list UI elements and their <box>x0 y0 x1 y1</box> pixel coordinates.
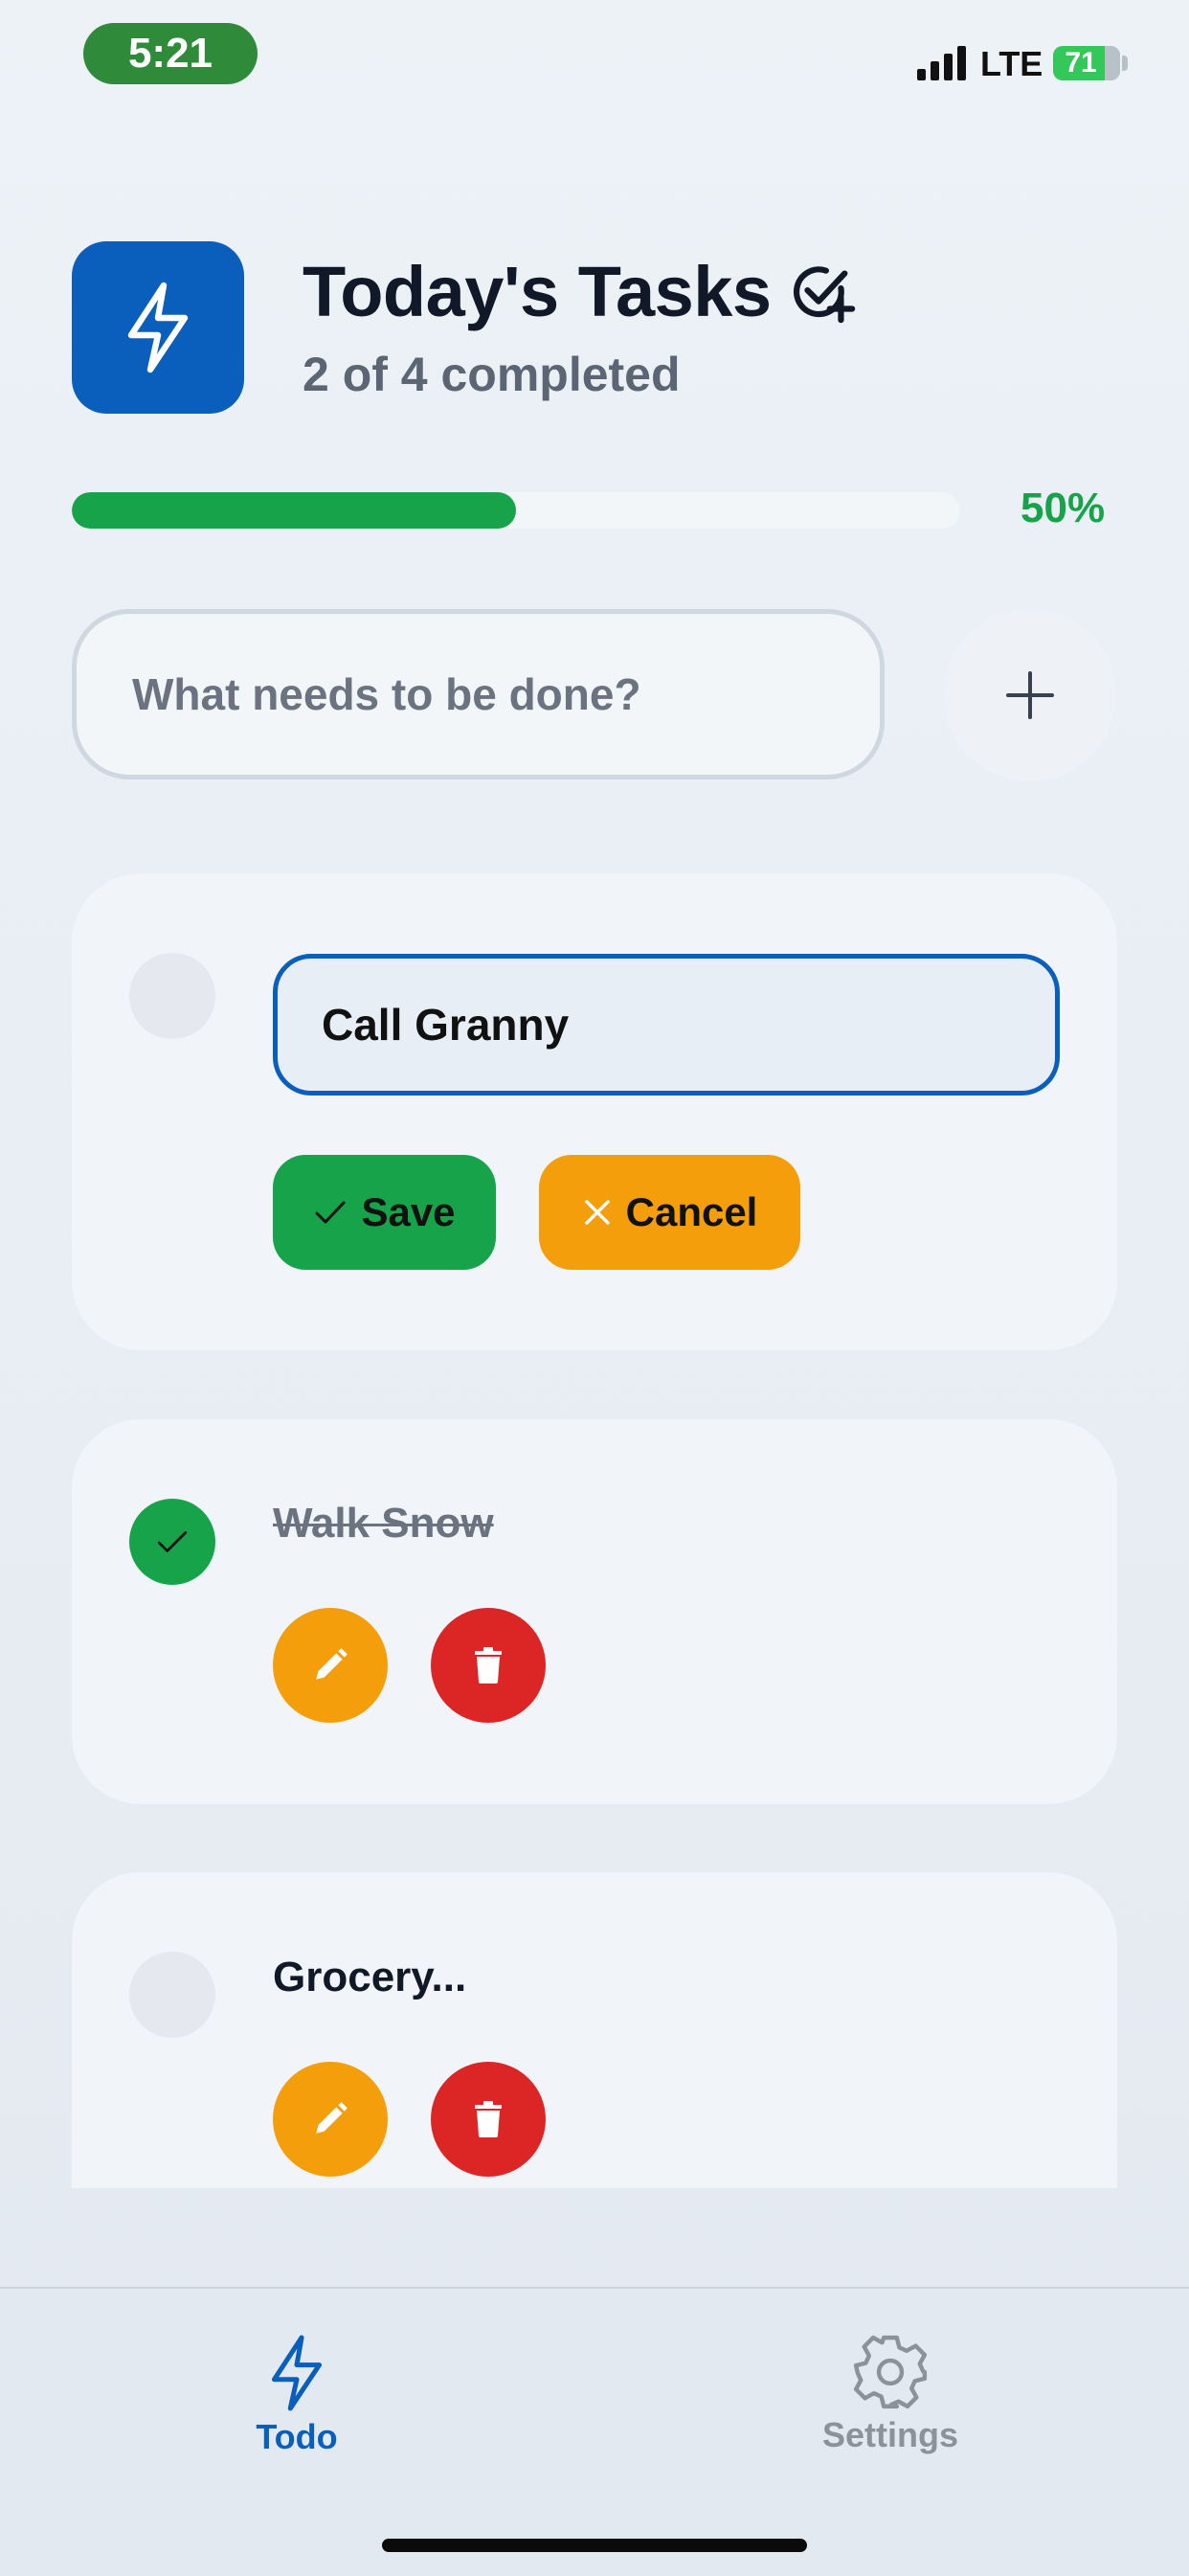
bolt-icon <box>271 2335 323 2411</box>
cancel-button[interactable]: Cancel <box>539 1155 800 1270</box>
tab-bar <box>0 2287 1189 2576</box>
cancel-label: Cancel <box>625 1189 758 1234</box>
add-task-button[interactable] <box>944 609 1116 781</box>
progress-percent: 50% <box>1021 485 1106 531</box>
tab-todo-label: Todo <box>256 2417 338 2456</box>
progress-fill <box>72 492 516 529</box>
battery-level: 71 <box>1065 47 1097 79</box>
delete-task-button[interactable] <box>431 2062 546 2177</box>
save-label: Save <box>361 1189 456 1234</box>
task-card-editing <box>72 873 1117 1350</box>
checkmark-icon <box>157 1531 188 1552</box>
task-checkbox[interactable] <box>129 953 215 1039</box>
progress-bar <box>72 492 960 529</box>
pencil-icon <box>316 2102 348 2134</box>
close-icon <box>584 1200 610 1225</box>
battery-empty-portion <box>1105 46 1120 80</box>
task-checkbox[interactable] <box>129 1952 215 2038</box>
gear-icon <box>853 2335 928 2409</box>
new-task-input[interactable] <box>72 609 885 780</box>
task-title: Grocery... <box>273 1954 467 2000</box>
battery-icon: 71 <box>1053 46 1120 80</box>
tab-settings[interactable]: Settings <box>795 2333 986 2455</box>
bolt-icon <box>127 282 189 373</box>
plus-icon <box>1006 671 1054 719</box>
trash-icon <box>475 2101 502 2137</box>
tab-settings-label: Settings <box>821 2415 958 2454</box>
edit-task-button[interactable] <box>273 1608 388 1723</box>
task-title: Walk Snow <box>273 1500 494 1547</box>
edit-task-button[interactable] <box>273 2062 388 2177</box>
trash-icon <box>475 1647 502 1683</box>
battery-cap <box>1122 56 1128 71</box>
network-label: LTE <box>980 44 1043 83</box>
status-time: 5:21 <box>83 23 258 84</box>
completion-summary: 2 of 4 completed <box>303 348 681 401</box>
check-circle-plus-icon <box>793 265 855 323</box>
pencil-icon <box>316 1648 348 1680</box>
save-button[interactable]: Save <box>273 1155 496 1270</box>
home-indicator <box>382 2539 807 2552</box>
page-title: Today's Tasks <box>303 252 772 331</box>
task-card <box>72 1419 1117 1804</box>
tab-todo[interactable]: Todo <box>220 2333 373 2457</box>
app-logo <box>72 241 244 414</box>
delete-task-button[interactable] <box>431 1608 546 1723</box>
checkmark-icon <box>315 1201 346 1224</box>
task-card <box>72 1872 1117 2188</box>
signal-icon <box>917 46 966 80</box>
title-row: Today's Tasks <box>303 251 856 332</box>
task-checkbox-checked[interactable] <box>129 1499 215 1585</box>
edit-task-input[interactable] <box>273 954 1060 1096</box>
